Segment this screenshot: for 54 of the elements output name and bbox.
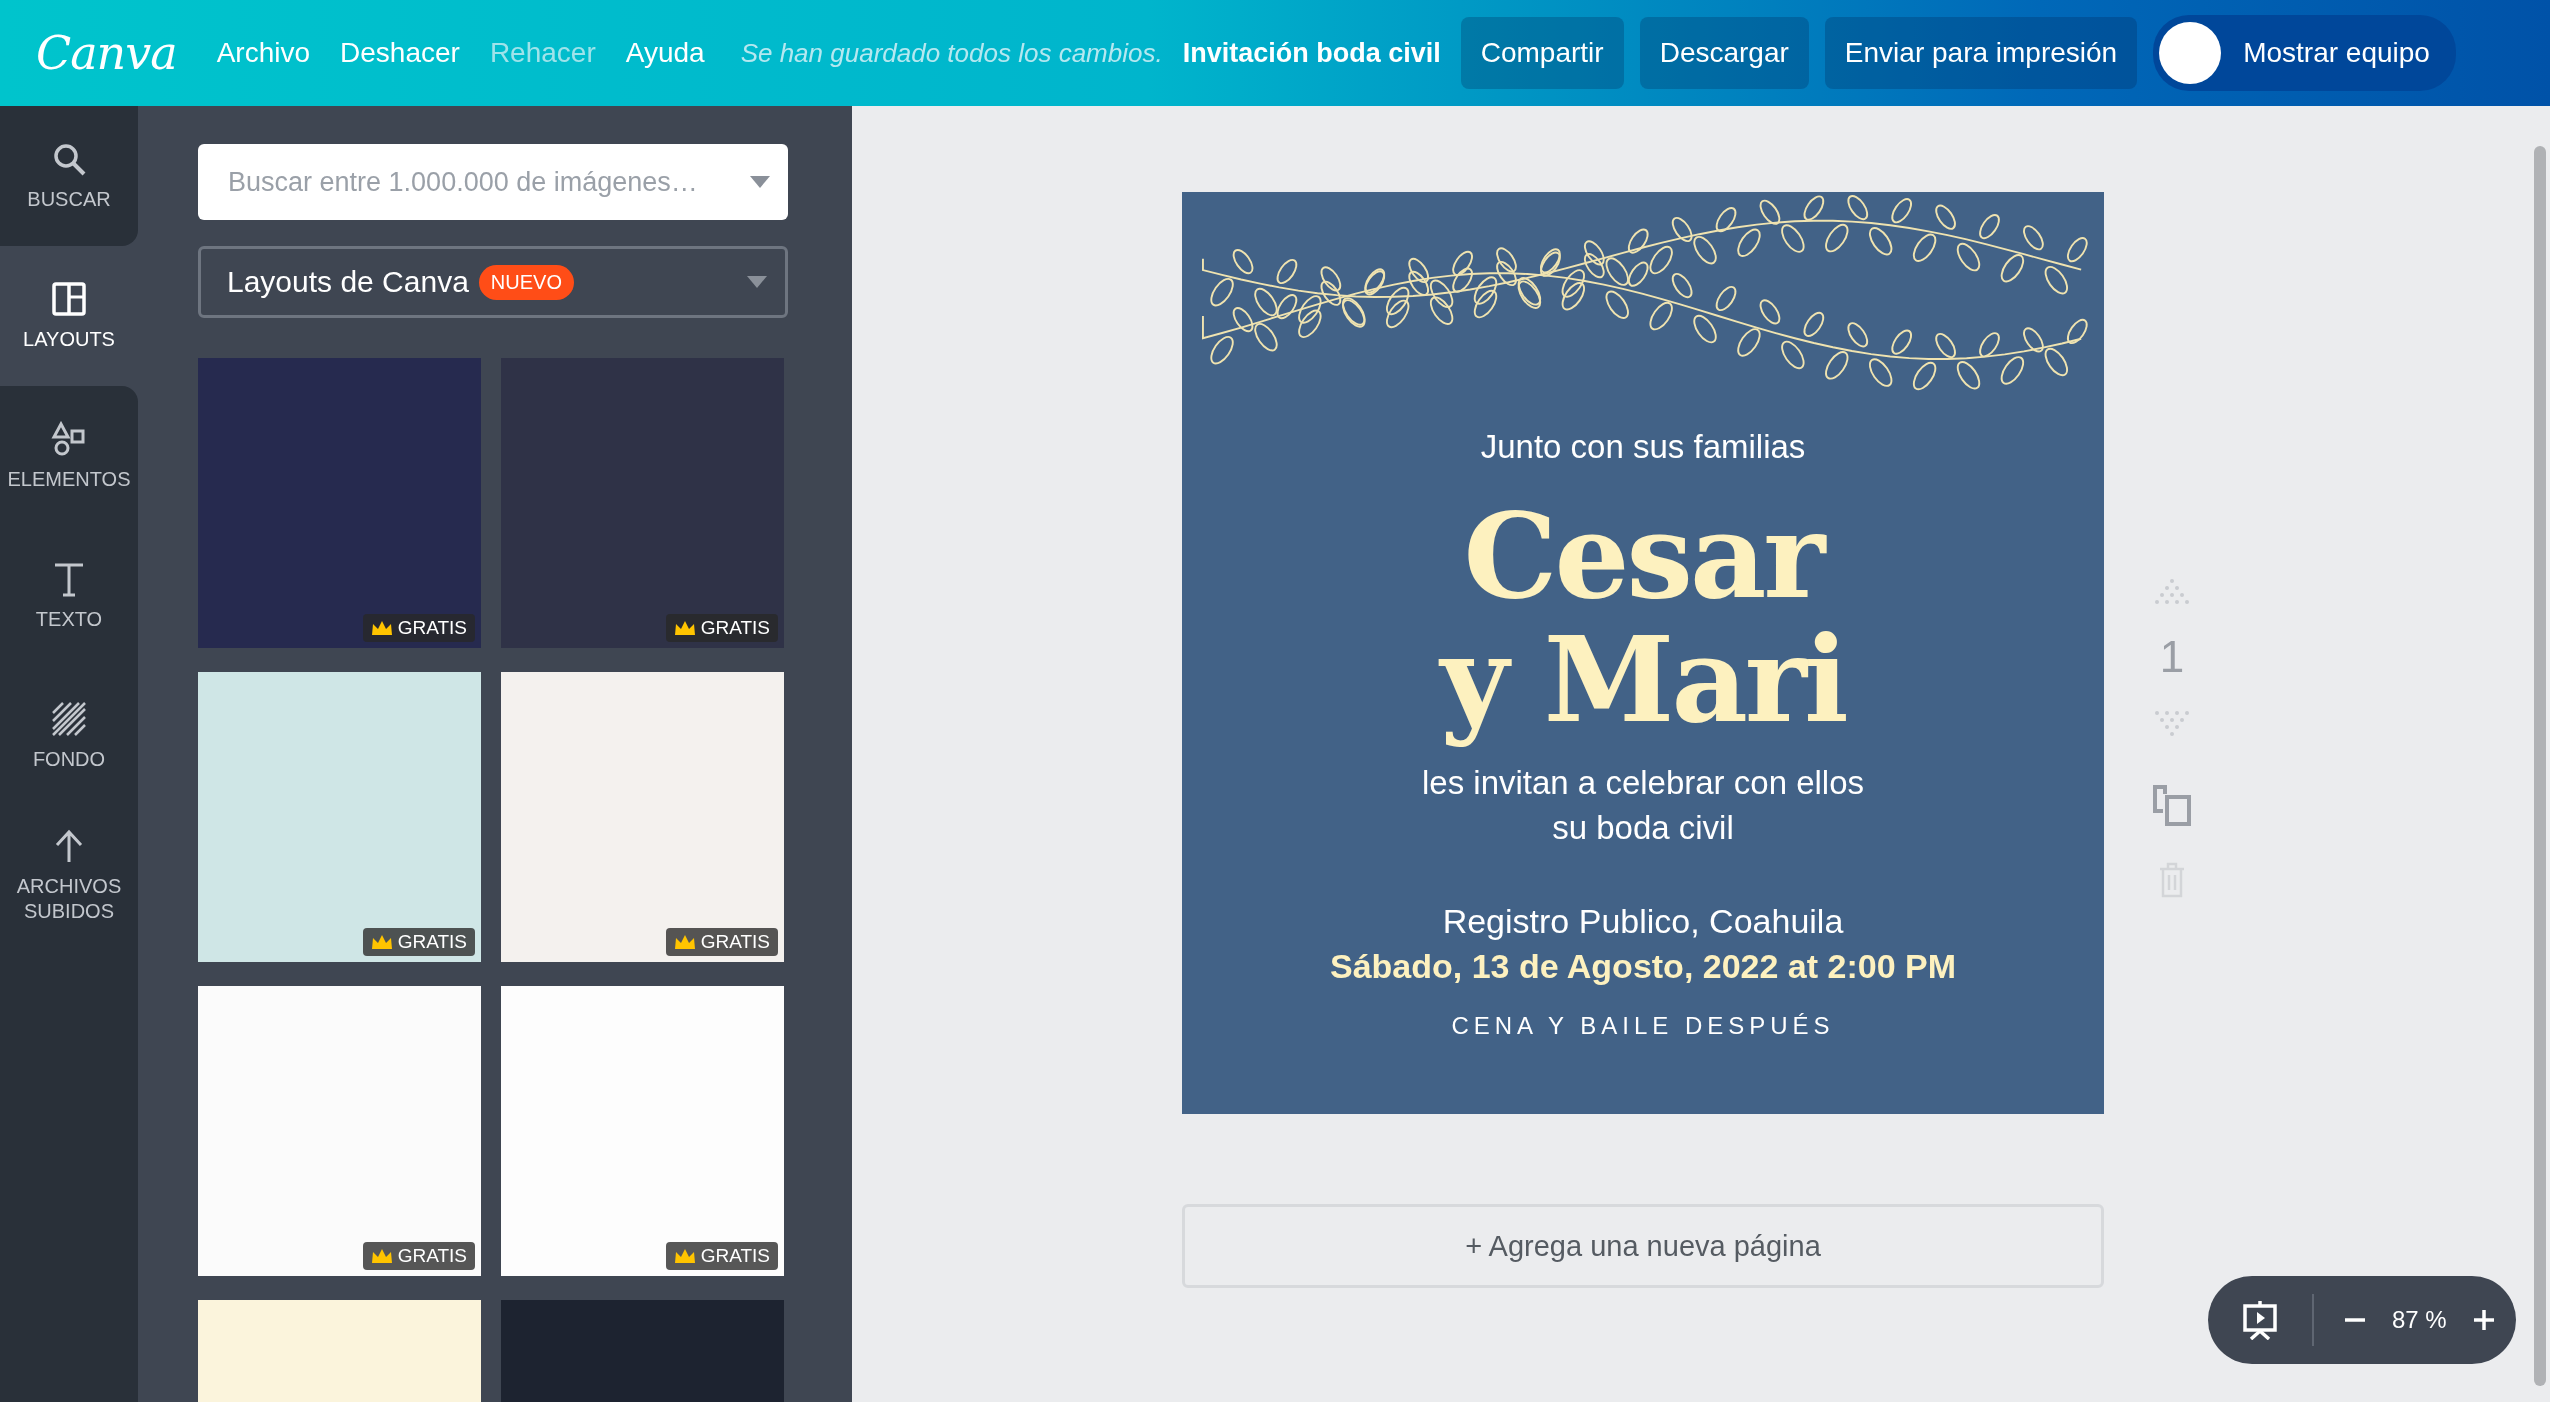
invitation-design[interactable]: Junto con sus familias Cesar y Mari les invitan a celebrar con ellos su boda civil Registro Publico, Coahuila Sábado, 13 de Agosto, 2022 at 2:00 PM CENA Y BAILE DESPUÉS — [1182, 192, 2104, 1114]
crown-icon — [370, 934, 393, 950]
move-down-icon[interactable] — [2153, 708, 2191, 738]
free-badge: GRATIS — [362, 1242, 475, 1270]
template-preview[interactable]: GRATIS — [198, 358, 481, 648]
sidebar-tab[interactable]: BUSCAR — [0, 106, 138, 246]
free-badge: GRATIS — [665, 1242, 778, 1270]
trash-icon[interactable] — [2158, 862, 2186, 898]
layout-icon — [51, 280, 87, 317]
invitation-text: les invitan a celebrar con ellos — [1421, 763, 1865, 803]
page-number: 1 — [2159, 632, 2185, 682]
template-preview[interactable]: GRATIS — [198, 986, 481, 1276]
crown-icon — [673, 620, 696, 636]
toolbar-button[interactable]: Compartir — [1460, 17, 1624, 89]
search-field[interactable]: Buscar entre 1.000.000 de imágenes… — [198, 144, 788, 220]
scrollbar[interactable] — [2534, 146, 2546, 1386]
sidebar-tab[interactable]: TEXTO — [0, 526, 138, 666]
crown-icon — [673, 934, 696, 950]
zoom-in-icon[interactable] — [2472, 1309, 2495, 1331]
intro-text: Junto con sus familias — [1480, 428, 1806, 466]
free-badge: GRATIS — [362, 928, 475, 956]
template-preview[interactable]: GRATIS — [501, 672, 784, 962]
free-badge: GRATIS — [362, 614, 475, 642]
sidebar-tab[interactable]: ARCHIVOS SUBIDOS — [0, 806, 138, 946]
presentation-icon[interactable] — [2242, 1300, 2278, 1340]
invitation-text: su boda civil — [1552, 808, 1734, 848]
zoom-level: 87 % — [2392, 1306, 2447, 1334]
template-preview[interactable]: GRATIS — [501, 358, 784, 648]
free-badge: GRATIS — [665, 614, 778, 642]
diagonal-lines-icon — [51, 700, 87, 737]
venue-text: Registro Publico, Coahuila — [1442, 902, 1844, 941]
toolbar-button[interactable]: Descargar — [1639, 17, 1809, 89]
duplicate-icon[interactable] — [2153, 784, 2191, 826]
template-preview[interactable]: GRATIS — [198, 672, 481, 962]
template-preview[interactable]: GRATIS — [501, 986, 784, 1276]
sidebar-tab[interactable]: ELEMENTOS — [0, 386, 138, 526]
date-text: Sábado, 13 de Agosto, 2022 at 2:00 PM — [1329, 947, 1957, 986]
crown-icon — [370, 1248, 393, 1264]
category-dropdown[interactable]: Layouts de Canva NUEVO — [198, 246, 788, 318]
free-badge: GRATIS — [665, 928, 778, 956]
crown-icon — [370, 620, 393, 636]
save-status: Se han guardado todos los cambios. — [740, 37, 1163, 69]
toolbar-button[interactable]: Enviar para impresión — [1824, 17, 2138, 89]
add-page-button[interactable]: + Agrega una nueva página — [1182, 1204, 2104, 1288]
toggle-knob[interactable] — [2159, 22, 2222, 84]
sidebar-tab[interactable]: FONDO — [0, 666, 138, 806]
new-badge: NUEVO — [478, 264, 574, 300]
dinner-text: CENA Y BAILE DESPUÉS — [1451, 1012, 1835, 1040]
caret-icon — [747, 276, 767, 288]
shapes-icon — [51, 420, 87, 457]
move-up-icon[interactable] — [2153, 576, 2191, 606]
team-toggle[interactable]: Mostrar equipo — [2153, 15, 2456, 91]
caret-icon — [750, 176, 770, 188]
crown-icon — [673, 1248, 696, 1264]
